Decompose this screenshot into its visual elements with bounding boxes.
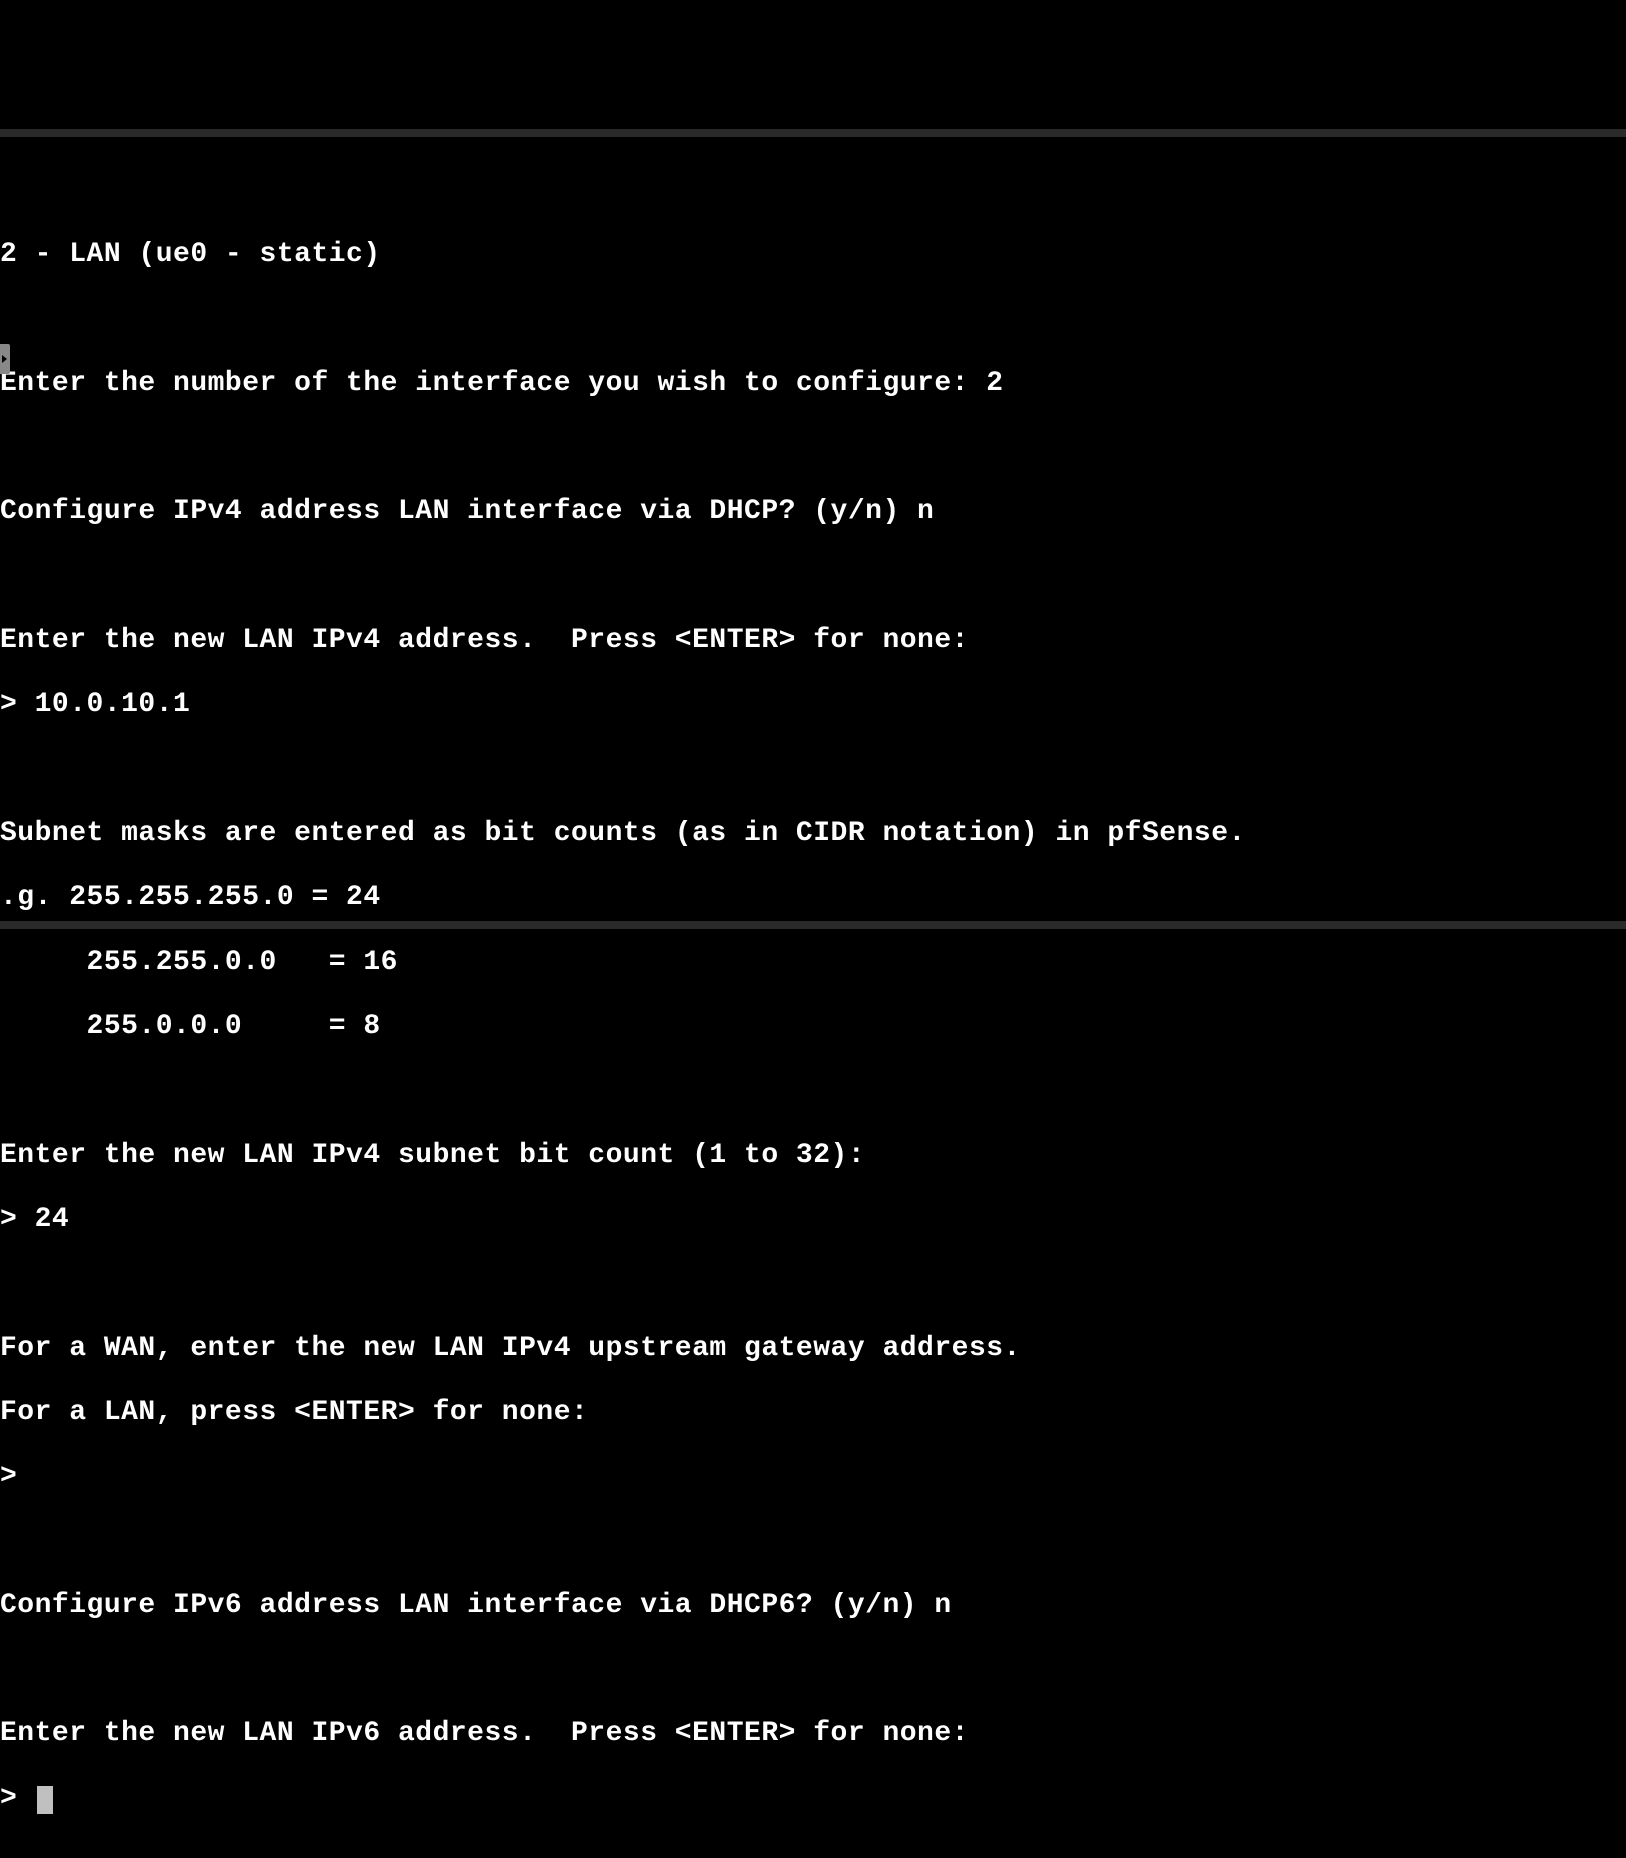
terminal-line (0, 304, 1626, 336)
terminal-prompt-line[interactable]: > (0, 1783, 1626, 1815)
terminal-line (0, 1526, 1626, 1558)
terminal-line: Subnet masks are entered as bit counts (… (0, 818, 1626, 850)
terminal-line: Configure IPv4 address LAN interface via… (0, 496, 1626, 528)
panel-expand-handle[interactable] (0, 344, 10, 374)
terminal-line: 2 - LAN (ue0 - static) (0, 239, 1626, 271)
terminal-line (0, 1654, 1626, 1686)
terminal-line: Configure IPv6 address LAN interface via… (0, 1590, 1626, 1622)
terminal-line: > (0, 1461, 1626, 1493)
terminal-line: For a WAN, enter the new LAN IPv4 upstre… (0, 1333, 1626, 1365)
terminal-line (0, 561, 1626, 593)
window-bottom-border (0, 921, 1626, 929)
terminal-output[interactable]: 2 - LAN (ue0 - static) Enter the number … (0, 201, 1626, 1847)
terminal-line: Enter the new LAN IPv6 address. Press <E… (0, 1718, 1626, 1750)
terminal-line (0, 1268, 1626, 1300)
terminal-line: .g. 255.255.255.0 = 24 (0, 882, 1626, 914)
cursor-block-icon (37, 1786, 53, 1814)
window-top-border (0, 129, 1626, 137)
terminal-line (0, 432, 1626, 464)
terminal-line: > 10.0.10.1 (0, 689, 1626, 721)
terminal-line: 255.0.0.0 = 8 (0, 1011, 1626, 1043)
terminal-line: Enter the new LAN IPv4 address. Press <E… (0, 625, 1626, 657)
terminal-line: > 24 (0, 1204, 1626, 1236)
terminal-line: For a LAN, press <ENTER> for none: (0, 1397, 1626, 1429)
prompt-symbol: > (0, 1783, 35, 1814)
terminal-line: Enter the new LAN IPv4 subnet bit count … (0, 1140, 1626, 1172)
terminal-line: Enter the number of the interface you wi… (0, 368, 1626, 400)
terminal-line: 255.255.0.0 = 16 (0, 947, 1626, 979)
terminal-line (0, 754, 1626, 786)
terminal-line (0, 1075, 1626, 1107)
